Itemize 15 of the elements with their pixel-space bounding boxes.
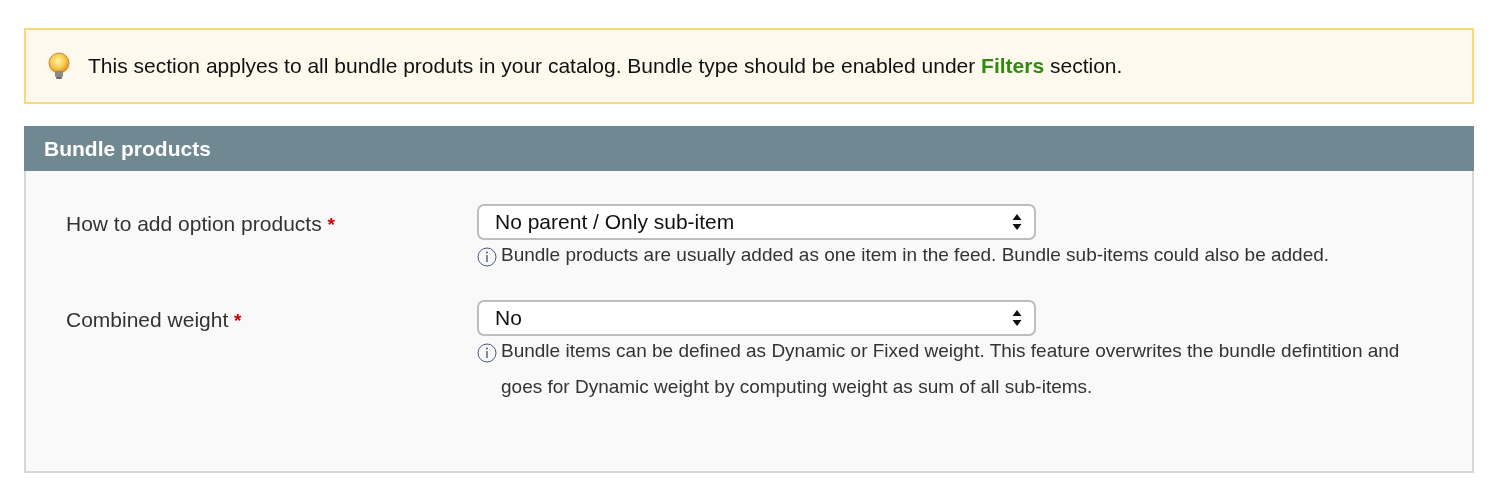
required-mark: * (234, 310, 242, 331)
light-bulb-icon (46, 52, 72, 80)
dropdown-select[interactable]: No parent / Only sub-item (477, 204, 1036, 240)
hint-text: Bundle items can be defined as Dynamic or Fixed weight. This feature overwrites the bundle defintition and goes for Dynamic weight by computing weight as sum of all sub-items. (501, 339, 1401, 399)
dropdown-select[interactable]: No (477, 300, 1036, 336)
hint-text: Bundle products are usually added as one item in the feed. Bundle sub-items could also be added. (501, 243, 1330, 267)
info-icon (477, 343, 497, 363)
field-label: How to add option products (66, 212, 322, 235)
select-arrows-icon (1012, 309, 1022, 327)
select-arrows-icon (1012, 213, 1022, 231)
notice-text: This section applyes to all bundle produts in your catalog. Bundle type should be enabled under Filters section. (88, 53, 1123, 80)
section-title: Bundle products (44, 135, 211, 162)
info-icon (477, 247, 497, 267)
field-label: Combined weight (66, 308, 229, 331)
required-mark: * (327, 214, 335, 235)
